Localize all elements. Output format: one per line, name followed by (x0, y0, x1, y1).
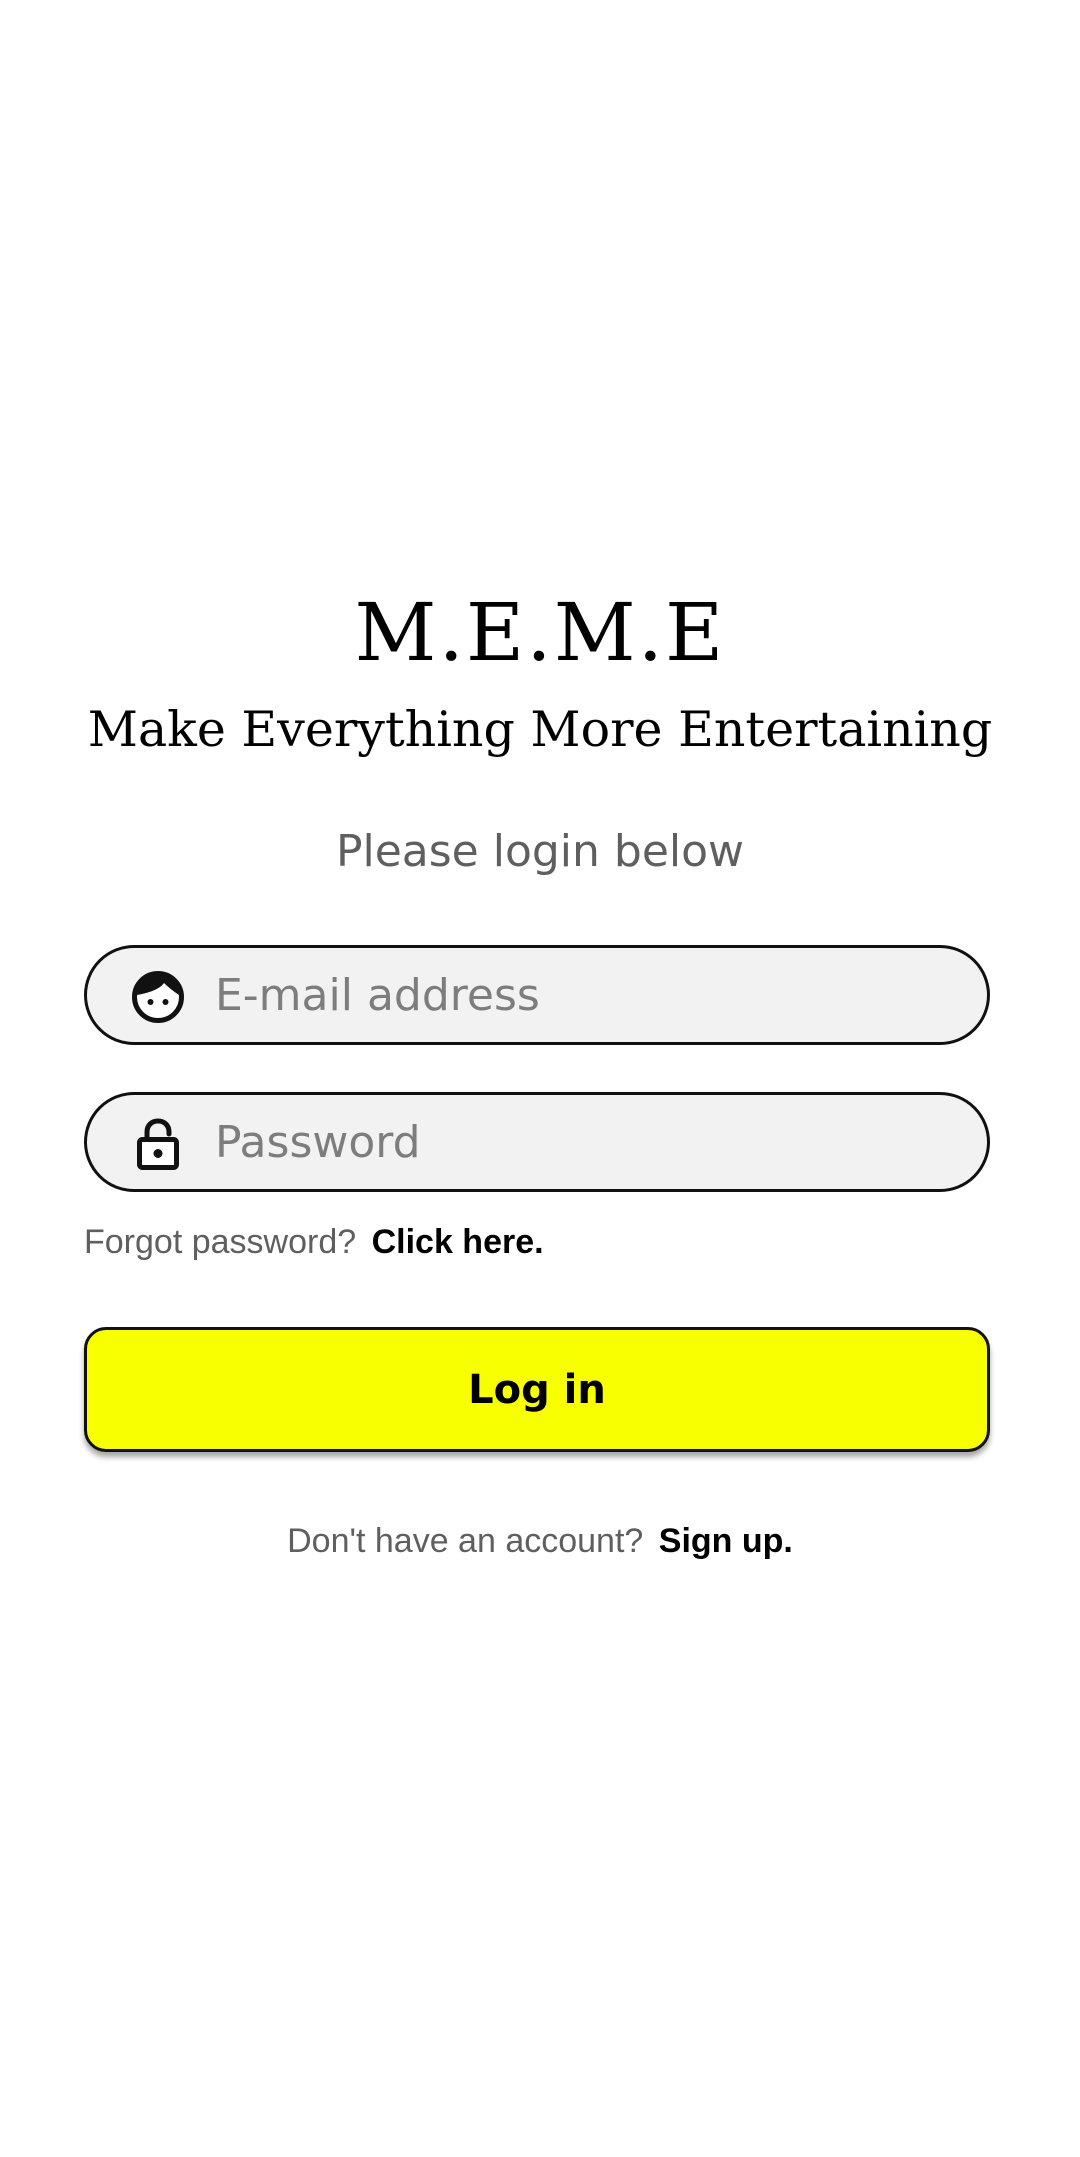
face-icon (131, 970, 185, 1024)
unlocked-padlock-icon (131, 1117, 185, 1171)
login-button[interactable]: Log in (84, 1327, 990, 1452)
signup-row: Don't have an account? Sign up. (0, 1519, 1080, 1563)
signup-text: Don't have an account? (287, 1522, 644, 1560)
password-field[interactable] (84, 1092, 990, 1192)
forgot-password-row: Forgot password? Click here. (84, 1220, 544, 1264)
email-input[interactable] (215, 948, 955, 1042)
email-field[interactable] (84, 945, 990, 1045)
password-input[interactable] (215, 1095, 955, 1189)
forgot-password-link[interactable]: Click here. (372, 1223, 544, 1261)
login-prompt: Please login below (335, 826, 745, 877)
signup-link[interactable]: Sign up. (659, 1522, 793, 1560)
app-title: M.E.M.E (354, 586, 726, 679)
forgot-password-text: Forgot password? (84, 1223, 357, 1261)
app-tagline: Make Everything More Entertaining (87, 701, 993, 758)
